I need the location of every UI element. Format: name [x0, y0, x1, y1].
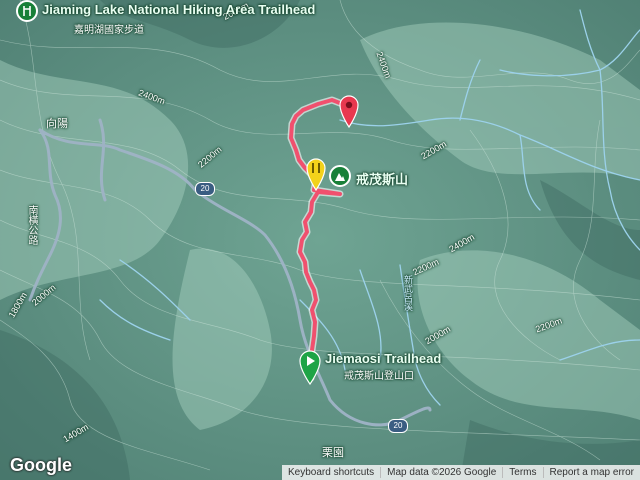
start-marker-icon[interactable] [298, 349, 322, 385]
terrain-map[interactable] [0, 0, 640, 480]
road-label: 南橫公路 [26, 205, 37, 245]
poi-name[interactable]: Jiemaosi Trailhead [325, 351, 441, 366]
poi-subname: 戒茂斯山登山口 [344, 371, 414, 382]
terms-link[interactable]: Terms [503, 465, 542, 480]
waypoint-marker-icon[interactable] [305, 157, 327, 191]
poi-name[interactable]: 戒茂斯山 [356, 169, 408, 188]
road-shield: 20 [388, 419, 408, 433]
map-data-text: Map data ©2026 Google [387, 467, 497, 478]
river-label: 新武呂溪 [403, 275, 413, 311]
place-label: 向陽 [46, 118, 68, 130]
poi-subname: 嘉明湖國家步道 [74, 25, 144, 36]
mountain-poi-icon[interactable] [329, 165, 351, 187]
attribution-bar: Keyboard shortcuts Map data ©2026 Google… [281, 465, 640, 480]
google-logo: Google [10, 455, 72, 475]
poi-name[interactable]: Jiaming Lake National Hiking Area Trailh… [42, 2, 315, 17]
place-label: 栗園 [322, 447, 344, 459]
report-map-error-link[interactable]: Report a map error [544, 465, 640, 480]
hiking-poi-icon[interactable] [16, 0, 38, 22]
end-marker-icon[interactable] [338, 94, 360, 128]
keyboard-shortcuts-link[interactable]: Keyboard shortcuts [282, 465, 380, 480]
road-shield: 20 [195, 182, 215, 196]
